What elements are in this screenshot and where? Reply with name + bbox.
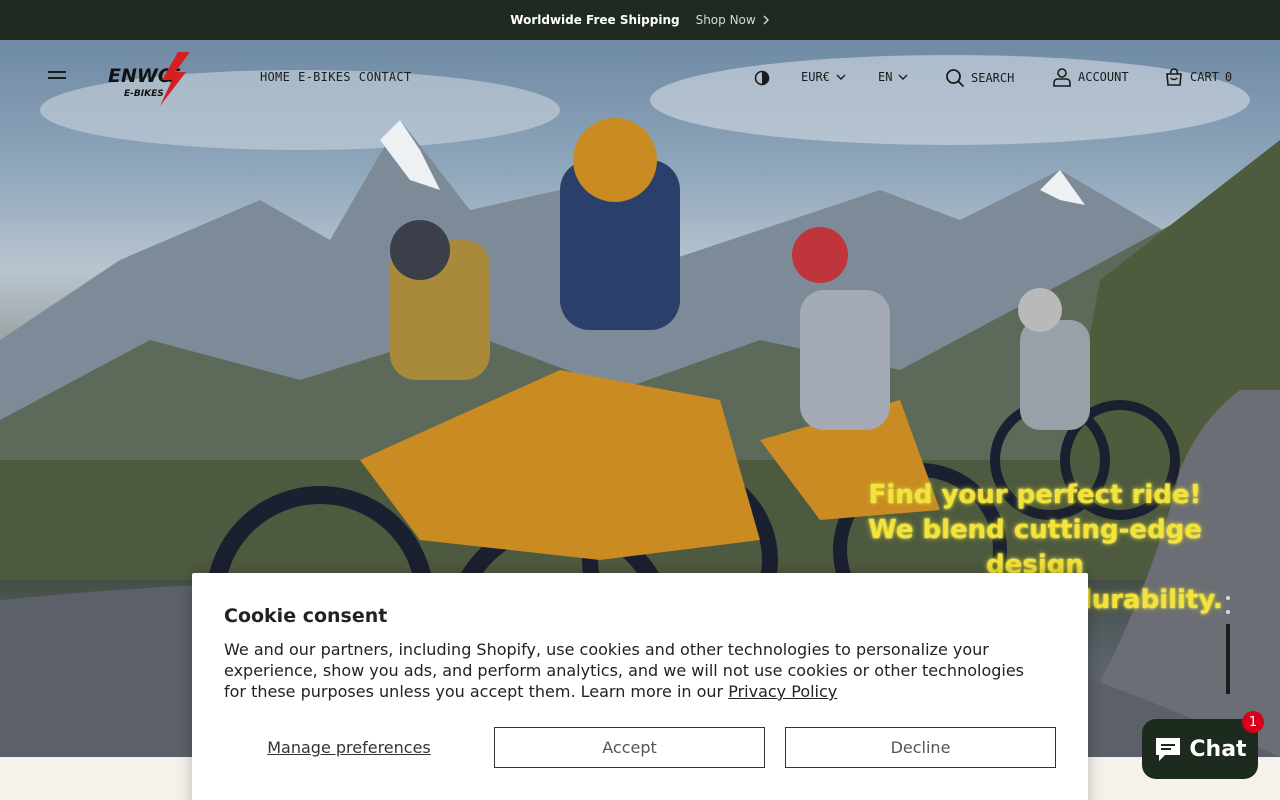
- cart-label: CART: [1190, 70, 1219, 84]
- chat-widget-button[interactable]: Chat: [1142, 719, 1258, 779]
- currency-value: EUR€: [801, 70, 830, 84]
- cookie-title: Cookie consent: [224, 605, 388, 627]
- cart-count: 0: [1224, 70, 1233, 84]
- slide-dot-1[interactable]: [1226, 596, 1230, 600]
- hero-line: Find your perfect ride!: [868, 480, 1202, 510]
- site-header: ENWO T E-BIKES HOME E-BIKES CONTACT EUR€…: [0, 40, 1280, 116]
- chat-unread-badge: 1: [1242, 711, 1264, 733]
- contrast-icon: [754, 70, 770, 86]
- search-label: SEARCH: [971, 71, 1015, 85]
- chat-label: Chat: [1189, 736, 1247, 762]
- shop-now-link[interactable]: Shop Now: [696, 13, 770, 27]
- cookie-body: We and our partners, including Shopify, …: [224, 639, 1044, 702]
- accept-button[interactable]: Accept: [494, 727, 765, 768]
- chat-bubble-icon: [1156, 738, 1181, 761]
- chevron-right-icon: [763, 15, 769, 25]
- manage-preferences-button[interactable]: Manage preferences: [224, 727, 474, 768]
- theme-toggle[interactable]: [754, 70, 770, 86]
- account-label: ACCOUNT: [1078, 70, 1129, 84]
- cookie-body-text: We and our partners, including Shopify, …: [224, 640, 1025, 701]
- currency-selector[interactable]: EUR€: [801, 70, 846, 84]
- cart-button[interactable]: CART 0: [1164, 67, 1232, 87]
- language-value: EN: [878, 70, 893, 84]
- user-icon: [1053, 68, 1071, 87]
- privacy-policy-link[interactable]: Privacy Policy: [728, 682, 837, 701]
- search-icon: [946, 69, 965, 88]
- chevron-down-icon: [898, 74, 908, 80]
- cookie-consent-dialog: Cookie consent We and our partners, incl…: [192, 573, 1088, 800]
- shop-now-label: Shop Now: [695, 13, 756, 27]
- chevron-down-icon: [836, 74, 846, 80]
- search-button[interactable]: SEARCH: [945, 68, 1014, 88]
- decline-button[interactable]: Decline: [785, 727, 1056, 768]
- slide-progress-fill: [1226, 624, 1230, 694]
- language-selector[interactable]: EN: [878, 70, 908, 84]
- slider-pagination: [1224, 596, 1232, 706]
- header-utilities: EUR€ EN SEARCH ACCOUNT CART 0: [0, 66, 1280, 92]
- slide-dot-active[interactable]: [1226, 624, 1230, 694]
- announcement-bar: Worldwide Free Shipping Shop Now: [0, 0, 1280, 40]
- account-button[interactable]: ACCOUNT: [1052, 67, 1129, 87]
- announcement-message: Worldwide Free Shipping: [510, 13, 680, 27]
- slide-dot-2[interactable]: [1226, 610, 1230, 614]
- cart-icon: [1166, 68, 1182, 86]
